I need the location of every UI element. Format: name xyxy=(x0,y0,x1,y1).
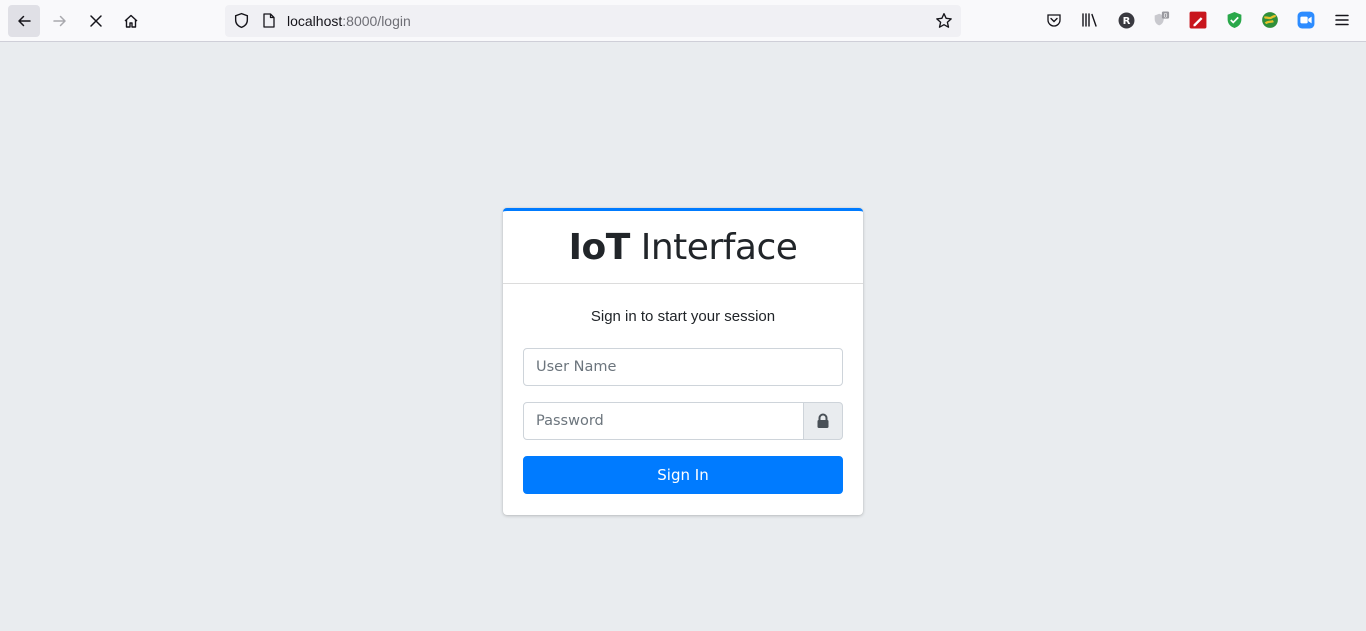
tracking-shield-icon[interactable] xyxy=(233,12,250,34)
library-icon[interactable] xyxy=(1081,11,1099,29)
forward-button[interactable] xyxy=(44,5,76,37)
username-input[interactable] xyxy=(523,348,843,386)
back-arrow-icon xyxy=(18,15,31,27)
brand-title[interactable]: IoT Interface xyxy=(569,227,798,268)
back-button[interactable] xyxy=(8,5,40,37)
address-bar[interactable]: localhost:8000/login xyxy=(225,5,961,37)
page-icon[interactable] xyxy=(262,12,276,34)
brand-bold: IoT xyxy=(568,226,631,268)
url-host: localhost xyxy=(287,13,343,29)
bookmark-star-icon[interactable] xyxy=(935,12,953,35)
password-addon xyxy=(803,402,843,440)
browser-toolbar: localhost:8000/login R 0 xyxy=(0,0,1366,42)
privacy-badger-icon[interactable]: 0 xyxy=(1152,11,1170,29)
zoom-extension-icon[interactable] xyxy=(1297,11,1315,29)
home-icon xyxy=(124,14,138,28)
globe-extension-icon[interactable] xyxy=(1261,11,1279,29)
stop-button[interactable] xyxy=(80,5,112,37)
svg-text:R: R xyxy=(1122,16,1130,27)
login-message: Sign in to start your session xyxy=(590,308,776,325)
lock-icon xyxy=(817,413,829,428)
stop-icon xyxy=(90,15,102,27)
card-header: IoT Interface xyxy=(503,211,863,284)
home-button[interactable] xyxy=(115,5,147,37)
hamburger-menu-icon[interactable] xyxy=(1333,11,1351,29)
r-extension-icon[interactable]: R xyxy=(1117,11,1135,29)
password-input[interactable] xyxy=(523,402,804,440)
sign-in-button[interactable]: Sign In xyxy=(523,456,843,494)
pocket-icon[interactable] xyxy=(1045,11,1063,29)
forward-arrow-icon xyxy=(53,15,66,27)
red-pen-extension-icon[interactable] xyxy=(1189,11,1207,29)
brand-light: Interface xyxy=(629,226,798,268)
svg-text:0: 0 xyxy=(1163,12,1167,19)
login-card: IoT Interface Sign in to start your sess… xyxy=(503,208,863,515)
url-text[interactable]: localhost:8000/login xyxy=(287,13,411,29)
green-shield-extension-icon[interactable] xyxy=(1225,11,1243,29)
url-path: :8000/login xyxy=(342,13,411,29)
